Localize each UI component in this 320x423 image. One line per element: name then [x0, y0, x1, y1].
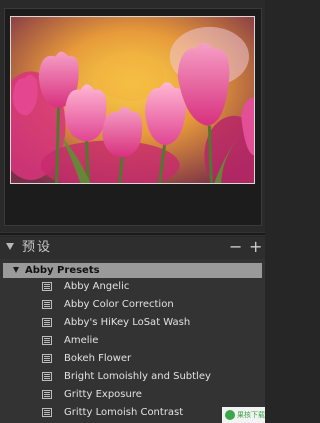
preset-item-label: Amelie [64, 335, 99, 346]
preset-item-label: Gritty Lomoish Contrast [64, 407, 184, 418]
watermark-text: 果核下载 [237, 411, 265, 419]
preview-panel [0, 0, 265, 232]
add-preset-button[interactable]: + [249, 237, 262, 257]
preset-list: Abby Angelic Abby Color Correction Abby'… [0, 278, 265, 422]
preset-item[interactable]: Bright Lomoishly and Subtley [0, 368, 265, 386]
preset-document-icon [42, 300, 52, 309]
preset-item-label: Abby Angelic [64, 281, 130, 292]
preset-item-label: Abby Color Correction [64, 299, 174, 310]
preset-document-icon [42, 408, 52, 417]
preset-folder-abby-presets[interactable]: Abby Presets [3, 263, 262, 278]
watermark-logo-icon [225, 410, 235, 420]
preset-document-icon [42, 372, 52, 381]
preset-document-icon [42, 354, 52, 363]
preset-item[interactable]: Bokeh Flower [0, 350, 265, 368]
preset-document-icon [42, 336, 52, 345]
presets-list-area: Abby Presets Abby Angelic Abby Color Cor… [0, 259, 265, 423]
watermark-badge: 果核下载 [222, 407, 265, 423]
folder-expand-triangle-icon[interactable] [13, 267, 19, 273]
preset-document-icon [42, 318, 52, 327]
preset-document-icon [42, 390, 52, 399]
preset-item[interactable]: Gritty Exposure [0, 386, 265, 404]
preset-item-label: Bright Lomoishly and Subtley [64, 371, 211, 382]
preview-image [10, 16, 255, 184]
panel-divider[interactable] [0, 232, 265, 236]
preset-item-label: Bokeh Flower [64, 353, 132, 364]
preset-item[interactable]: Amelie [0, 332, 265, 350]
collapse-triangle-icon[interactable] [6, 243, 14, 250]
presets-panel-header[interactable]: 预设 − + [0, 237, 265, 259]
preset-folder-label: Abby Presets [25, 265, 100, 276]
preset-item[interactable]: Abby Color Correction [0, 296, 265, 314]
presets-panel-title: 预设 [22, 240, 53, 255]
preset-item[interactable]: Abby Angelic [0, 278, 265, 296]
preset-item[interactable]: Abby's HiKey LoSat Wash [0, 314, 265, 332]
preset-item-label: Gritty Exposure [64, 389, 142, 400]
remove-preset-button[interactable]: − [229, 237, 242, 257]
preset-document-icon [42, 282, 52, 291]
preset-item-label: Abby's HiKey LoSat Wash [64, 317, 191, 328]
